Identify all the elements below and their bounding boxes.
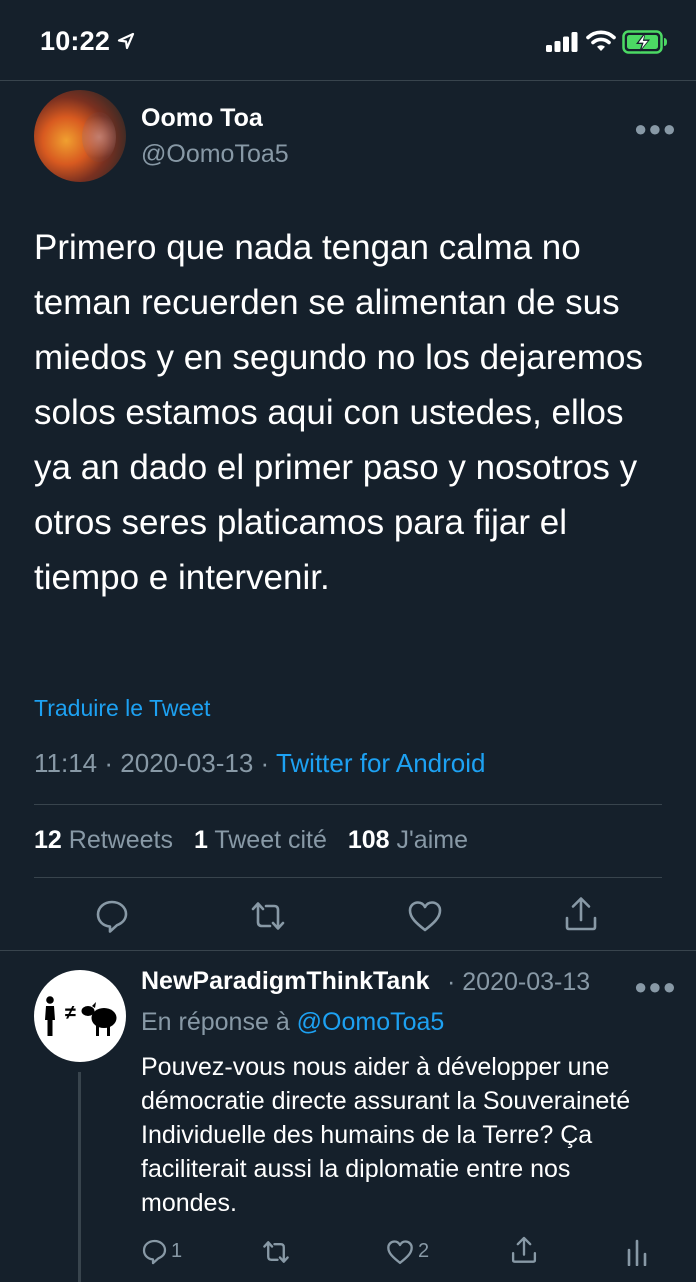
- reply-text: Pouvez-vous nous aider à développer une …: [141, 1053, 631, 1217]
- retweets-stat[interactable]: 12 Retweets: [34, 826, 173, 854]
- quotes-count: 1: [193, 826, 208, 854]
- stats-bottom-divider: [34, 877, 662, 878]
- tweet-meta: 11:14 · 2020-03-13 · Twitter for Android: [34, 748, 486, 779]
- translate-tweet-link[interactable]: Traduire le Tweet: [34, 695, 210, 722]
- retweets-label: Retweets: [68, 826, 173, 854]
- reply-to-line: En réponse à @OomoToa5: [141, 1008, 444, 1037]
- reply-date: · 2020-03-13: [447, 968, 591, 996]
- reply-author-avatar[interactable]: ≠: [34, 970, 126, 1062]
- reply-more-options-icon[interactable]: ●●●: [634, 974, 677, 1000]
- reply-like-count: 2: [418, 1240, 430, 1262]
- avatar-symbol: ≠: [65, 1002, 76, 1024]
- like-icon[interactable]: [386, 1238, 414, 1266]
- share-icon[interactable]: [510, 1236, 538, 1264]
- header-divider: [0, 80, 696, 81]
- avatar-person-vs-sheep-icon: [45, 996, 117, 1036]
- signal-icon: [546, 32, 578, 52]
- reply-icon[interactable]: [94, 898, 130, 934]
- battery-charging-icon: [622, 30, 667, 54]
- reply-to-prefix: En réponse à: [141, 1008, 290, 1036]
- location-arrow-icon: [117, 32, 135, 50]
- reply-to-handle[interactable]: @OomoToa5: [297, 1008, 445, 1036]
- analytics-icon[interactable]: [626, 1238, 648, 1266]
- like-icon[interactable]: [407, 898, 443, 934]
- reply-author-name[interactable]: NewParadigmThinkTank: [141, 967, 430, 996]
- quotes-label: Tweet cité: [214, 826, 327, 854]
- reply-reply-count: 1: [171, 1240, 183, 1262]
- reply-icon[interactable]: [141, 1238, 168, 1265]
- tweet-date: 2020-03-13: [120, 748, 254, 778]
- author-name[interactable]: Oomo Toa: [141, 104, 263, 133]
- wifi-icon: [586, 30, 616, 51]
- likes-count: 108: [347, 826, 390, 854]
- meta-separator: ·: [260, 748, 270, 778]
- author-handle[interactable]: @OomoToa5: [141, 140, 289, 169]
- stats-top-divider: [34, 804, 662, 805]
- reply-section-divider: [0, 950, 696, 951]
- tweet-source-link[interactable]: Twitter for Android: [276, 748, 486, 778]
- tweet-text: Primero que nada tengan calma no teman r…: [34, 228, 643, 597]
- status-time: 10:22: [40, 26, 111, 56]
- tweet-stats: 12 Retweets 1 Tweet cité 108 J'aime: [34, 826, 468, 855]
- share-icon[interactable]: [563, 896, 599, 932]
- retweets-count: 12: [34, 826, 62, 854]
- likes-stat[interactable]: 108 J'aime: [348, 826, 468, 854]
- author-avatar[interactable]: [34, 90, 126, 182]
- retweet-icon[interactable]: [262, 1238, 290, 1266]
- tweet-time: 11:14: [34, 748, 98, 778]
- meta-separator: ·: [104, 748, 114, 778]
- retweet-icon[interactable]: [250, 898, 286, 934]
- quotes-stat[interactable]: 1 Tweet cité: [194, 826, 327, 854]
- likes-label: J'aime: [396, 826, 468, 854]
- more-options-icon[interactable]: ●●●: [634, 116, 677, 142]
- thread-line: [78, 1072, 81, 1282]
